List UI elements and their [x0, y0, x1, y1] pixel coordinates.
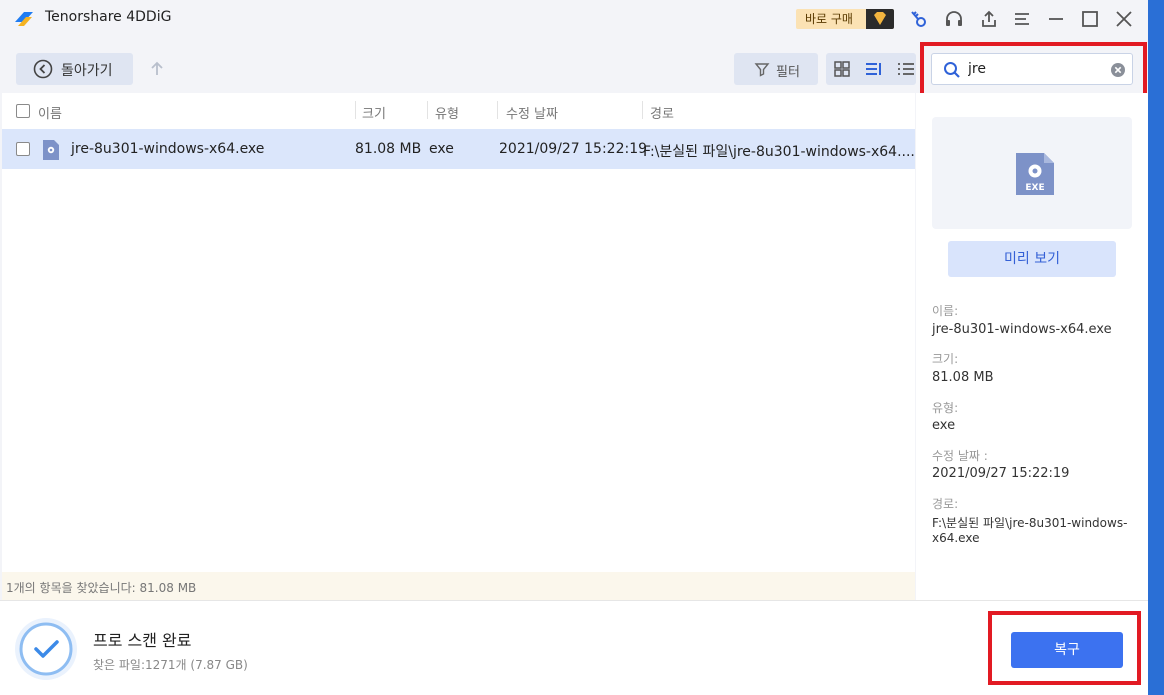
detail-name-value: jre-8u301-windows-x64.exe: [932, 322, 1112, 337]
key-icon[interactable]: [908, 9, 928, 29]
detail-type-value: exe: [932, 418, 956, 433]
app-logo: [15, 12, 33, 26]
search-icon: [944, 62, 960, 78]
column-type[interactable]: 유형: [435, 103, 459, 122]
scan-complete-title: 프로 스캔 완료: [93, 631, 192, 650]
menu-icon[interactable]: [1012, 9, 1032, 29]
filter-label: 필터: [776, 65, 800, 80]
list-view-icon[interactable]: [864, 59, 884, 79]
buy-now-button[interactable]: 바로 구매: [796, 9, 894, 29]
row-file-modified: 2021/09/27 15:22:19: [499, 141, 648, 157]
column-divider: [497, 101, 498, 119]
headset-icon[interactable]: [944, 9, 964, 29]
app-window: Tenorshare 4DDiG 바로 구매 돌아가기 필터 jre 이름 크기…: [0, 0, 1148, 695]
column-divider: [642, 101, 643, 119]
column-divider: [427, 101, 428, 119]
detail-path-line: F:\분실된 파일\jre-8u301-windows-: [932, 516, 1128, 530]
table-row[interactable]: jre-8u301-windows-x64.exe 81.08 MB exe 2…: [2, 129, 915, 169]
detail-path-label: 경로:: [932, 497, 959, 511]
maximize-icon[interactable]: [1080, 9, 1100, 29]
clear-icon[interactable]: [1110, 62, 1126, 78]
column-modified[interactable]: 수정 날짜: [506, 103, 558, 122]
file-list-panel: 이름 크기 유형 수정 날짜 경로 jre-8u301-windows-x64.…: [2, 93, 915, 600]
column-divider: [355, 101, 356, 119]
column-name[interactable]: 이름: [38, 103, 62, 122]
title-bar: Tenorshare 4DDiG 바로 구매: [0, 0, 1148, 38]
recover-button[interactable]: 복구: [1011, 632, 1123, 668]
row-file-size: 81.08 MB: [355, 141, 422, 157]
footer: 프로 스캔 완료 찾은 파일:1271개 (7.87 GB) 복구: [0, 600, 1148, 695]
details-panel: EXE 미리 보기 이름: jre-8u301-windows-x64.exe …: [916, 93, 1148, 600]
preview-button[interactable]: 미리 보기: [948, 241, 1116, 277]
app-title: Tenorshare 4DDiG: [45, 9, 172, 25]
detail-modified-label: 수정 날짜 :: [932, 449, 988, 463]
filter-icon: [754, 63, 770, 77]
select-all-checkbox[interactable]: [16, 104, 30, 118]
row-file-type: exe: [429, 141, 454, 157]
close-icon[interactable]: [1114, 9, 1134, 29]
detail-type-label: 유형:: [932, 401, 959, 415]
search-input[interactable]: [968, 59, 1108, 79]
detail-path-value: F:\분실된 파일\jre-8u301-windows- x64.exe: [932, 516, 1137, 546]
minimize-icon[interactable]: [1046, 9, 1066, 29]
detail-modified-value: 2021/09/27 15:22:19: [932, 466, 1070, 481]
buy-now-label: 바로 구매: [805, 12, 853, 26]
detail-name-label: 이름:: [932, 304, 959, 318]
table-header: 이름 크기 유형 수정 날짜 경로: [2, 93, 915, 129]
exe-file-icon: EXE: [1016, 153, 1054, 195]
search-field[interactable]: [931, 53, 1133, 85]
detail-view-icon[interactable]: [896, 59, 916, 79]
row-checkbox[interactable]: [16, 142, 30, 156]
column-path[interactable]: 경로: [650, 103, 674, 122]
grid-view-icon[interactable]: [832, 59, 852, 79]
back-button-label: 돌아가기: [61, 63, 113, 79]
back-button[interactable]: 돌아가기: [16, 53, 133, 85]
detail-size-label: 크기:: [932, 352, 959, 366]
exe-file-icon: [43, 140, 59, 160]
row-file-name: jre-8u301-windows-x64.exe: [71, 141, 265, 157]
share-icon[interactable]: [979, 9, 999, 29]
up-arrow-icon[interactable]: [147, 59, 167, 79]
back-icon: [33, 59, 53, 79]
detail-path-line: x64.exe: [932, 531, 980, 545]
view-mode-group: [826, 53, 916, 85]
detail-size-value: 81.08 MB: [932, 370, 994, 385]
scan-summary: 찾은 파일:1271개 (7.87 GB): [93, 658, 248, 672]
exe-badge-text: EXE: [1025, 183, 1044, 193]
file-thumbnail: EXE: [932, 117, 1132, 229]
filter-button[interactable]: 필터: [734, 53, 818, 85]
status-bar: 1개의 항목을 찾았습니다: 81.08 MB: [2, 572, 915, 600]
gem-icon: [866, 9, 894, 29]
column-size[interactable]: 크기: [362, 103, 386, 122]
row-file-path: F:\분실된 파일\jre-8u301-windows-x64....: [643, 144, 915, 160]
check-circle-icon: [15, 618, 77, 680]
